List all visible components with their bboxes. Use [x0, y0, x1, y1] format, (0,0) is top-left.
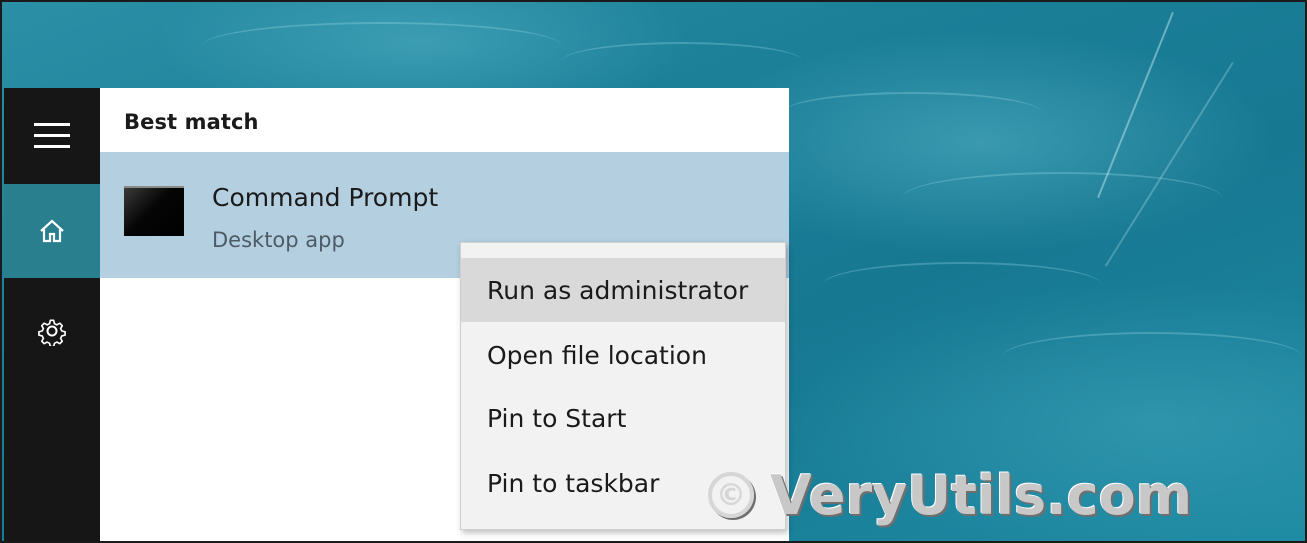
- home-button[interactable]: [4, 184, 100, 278]
- hamburger-icon: [34, 123, 70, 148]
- result-title: Command Prompt: [212, 183, 439, 212]
- menu-item-open-file-location[interactable]: Open file location: [461, 323, 785, 387]
- result-subtitle: Desktop app: [212, 228, 345, 252]
- desktop-background: Best match Command Prompt Desktop app Ru…: [0, 0, 1307, 543]
- watermark-text: VeryUtils.com: [770, 463, 1193, 527]
- settings-button[interactable]: [4, 284, 100, 378]
- home-icon: [40, 219, 64, 243]
- menu-item-run-as-administrator[interactable]: Run as administrator: [461, 258, 785, 322]
- water-ripple: [202, 22, 562, 70]
- light-streak: [1104, 62, 1234, 267]
- menu-item-pin-to-start[interactable]: Pin to Start: [461, 386, 785, 450]
- best-match-heading: Best match: [124, 110, 259, 134]
- light-streak: [1097, 12, 1174, 199]
- copyright-symbol: ©: [708, 472, 754, 518]
- water-ripple: [1002, 332, 1302, 382]
- menu-button[interactable]: [4, 88, 100, 184]
- command-prompt-icon: [124, 186, 184, 236]
- start-rail: [4, 88, 100, 541]
- water-ripple: [562, 42, 802, 80]
- watermark: © VeryUtils.com: [708, 460, 1192, 530]
- water-ripple: [822, 262, 1102, 308]
- water-ripple: [902, 172, 1222, 224]
- gear-icon: [38, 319, 66, 346]
- water-ripple: [782, 92, 1042, 134]
